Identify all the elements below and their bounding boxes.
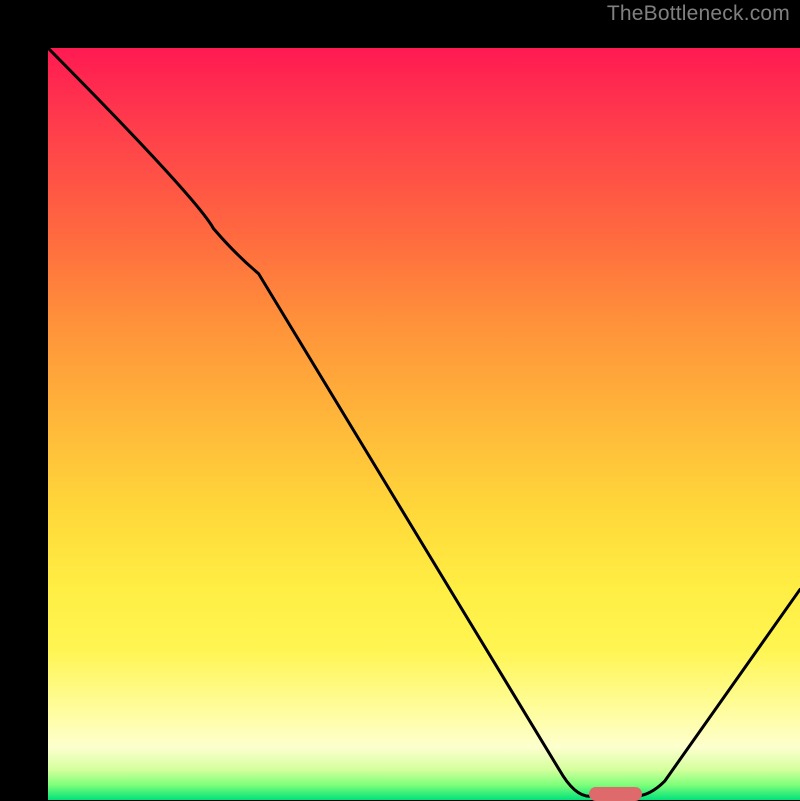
- optimal-range-marker: [589, 787, 642, 801]
- chart-frame: [0, 0, 800, 800]
- chart-plot-area: [48, 48, 800, 800]
- bottleneck-curve: [48, 48, 800, 800]
- watermark-label: TheBottleneck.com: [607, 2, 790, 26]
- curve-path: [48, 48, 800, 796]
